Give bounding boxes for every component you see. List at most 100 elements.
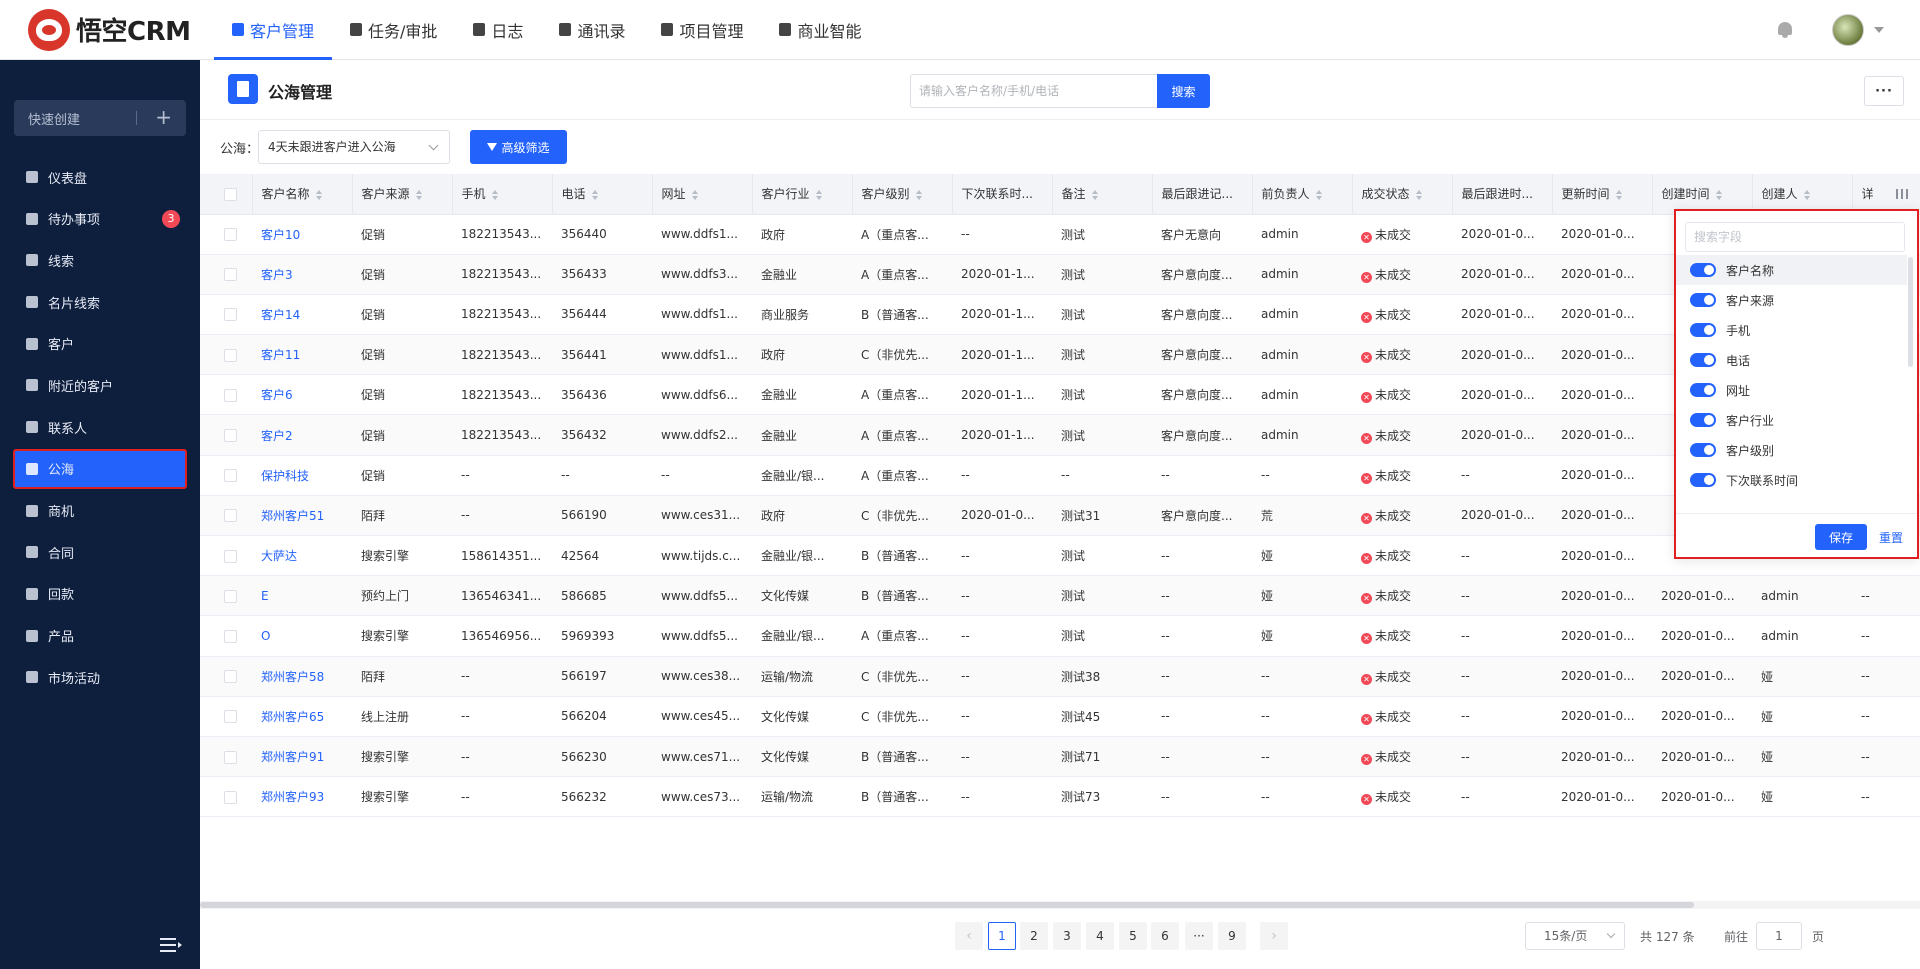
customer-name-link[interactable]: 郑州客户65 — [252, 696, 352, 737]
table-row[interactable]: 客户6 促销 182213543... 356436 www.ddfs6... 金融业 A（… — [200, 374, 1920, 416]
table-row[interactable]: O 搜索引擎 136546956... 5969393 www.ddfs5... 金融业/… — [200, 615, 1920, 657]
sidebar-item-1[interactable]: 待办事项 3 — [14, 200, 186, 238]
field-toggle-item[interactable]: 客户级别 — [1676, 435, 1907, 465]
sidebar-item-12[interactable]: 市场活动 — [14, 658, 186, 696]
column-header[interactable]: 客户行业 — [752, 174, 853, 215]
column-header[interactable]: 备注 — [1052, 174, 1153, 215]
table-row[interactable]: 郑州客户58 陌拜 -- 566197 www.ces38... 运输/物流 C（非优先..… — [200, 656, 1920, 697]
sidebar-item-5[interactable]: 附近的客户 — [14, 366, 186, 404]
sort-icon[interactable] — [915, 189, 922, 200]
page-button[interactable]: ··· — [1185, 922, 1213, 950]
sidebar-item-7[interactable]: 公海 — [13, 448, 187, 489]
row-checkbox[interactable] — [224, 348, 237, 362]
table-row[interactable]: 大萨达 搜索引擎 158614351... 42564 www.tijds.c... 金融… — [200, 535, 1920, 577]
table-row[interactable]: 客户14 促销 182213543... 356444 www.ddfs1... 商业服务… — [200, 294, 1920, 336]
sidebar-item-2[interactable]: 线索 — [14, 241, 186, 279]
column-settings-icon[interactable] — [1896, 189, 1908, 199]
sort-icon[interactable] — [691, 189, 698, 200]
field-toggle-item[interactable]: 客户行业 — [1676, 405, 1907, 435]
field-list-scrollbar[interactable] — [1908, 257, 1913, 367]
sort-icon[interactable] — [1615, 189, 1622, 200]
column-header[interactable]: 成交状态 — [1352, 174, 1453, 215]
sort-icon[interactable] — [491, 189, 498, 200]
table-row[interactable]: 郑州客户65 线上注册 -- 566204 www.ces45... 文化传媒 C（非优先.… — [200, 696, 1920, 737]
table-row[interactable]: 郑州客户91 搜索引擎 -- 566230 www.ces71... 文化传媒 B（普通客.… — [200, 736, 1920, 778]
nav-tab-1[interactable]: 任务/审批 — [332, 0, 455, 60]
nav-tab-0[interactable]: 客户管理 — [214, 0, 333, 60]
customer-name-link[interactable]: 客户14 — [252, 294, 352, 336]
column-header[interactable]: 最后跟进时... — [1452, 174, 1553, 215]
column-header[interactable]: 客户名称 — [252, 174, 353, 215]
chevron-left-icon[interactable]: ‹ — [955, 922, 983, 950]
column-header[interactable]: 前负责人 — [1252, 174, 1353, 215]
column-header[interactable]: 客户来源 — [352, 174, 453, 215]
customer-name-link[interactable]: O — [252, 615, 352, 657]
goto-page-input[interactable] — [1756, 922, 1802, 950]
horizontal-scrollbar[interactable] — [200, 901, 1920, 909]
field-toggle-item[interactable]: 下次联系时间 — [1676, 465, 1907, 495]
sidebar-item-6[interactable]: 联系人 — [14, 408, 186, 446]
customer-name-link[interactable]: 客户3 — [252, 254, 352, 295]
sort-icon[interactable] — [1091, 189, 1098, 200]
row-checkbox[interactable] — [224, 589, 237, 603]
sort-icon[interactable] — [591, 189, 598, 200]
table-row[interactable]: 保护科技 促销 -- -- -- 金融业/银... A（重点客... -- -- -- -- ✕ 未成交… — [200, 455, 1920, 496]
toggle-switch[interactable] — [1690, 323, 1716, 337]
select-all-checkbox[interactable] — [224, 187, 237, 201]
bell-icon[interactable] — [1776, 21, 1794, 39]
sort-icon[interactable] — [415, 189, 422, 200]
app-logo[interactable]: 悟空CRM — [0, 0, 200, 60]
pool-select[interactable]: 4天未跟进客户进入公海 — [258, 130, 450, 164]
more-options-button[interactable]: ··· — [1864, 76, 1904, 106]
nav-tab-3[interactable]: 通讯录 — [541, 0, 643, 60]
chevron-right-icon[interactable]: › — [1260, 922, 1288, 950]
page-button[interactable]: 3 — [1053, 922, 1081, 950]
table-row[interactable]: 郑州客户93 搜索引擎 -- 566232 www.ces73... 运输/物流 B（普通客… — [200, 776, 1920, 818]
row-checkbox[interactable] — [224, 429, 237, 443]
page-button[interactable]: 5 — [1119, 922, 1147, 950]
toggle-switch[interactable] — [1690, 353, 1716, 367]
row-checkbox[interactable] — [224, 670, 237, 684]
column-header[interactable]: 手机 — [452, 174, 553, 215]
toggle-switch[interactable] — [1690, 383, 1716, 397]
field-toggle-item[interactable]: 客户名称 — [1676, 255, 1907, 285]
column-header[interactable]: 客户级别 — [852, 174, 953, 215]
page-button[interactable]: 6 — [1151, 922, 1179, 950]
customer-name-link[interactable]: 郑州客户93 — [252, 776, 352, 818]
nav-tab-5[interactable]: 商业智能 — [761, 0, 879, 60]
row-checkbox[interactable] — [224, 388, 237, 402]
search-button[interactable]: 搜索 — [1157, 74, 1210, 108]
search-input[interactable] — [910, 74, 1158, 108]
customer-name-link[interactable]: 郑州客户91 — [252, 736, 352, 778]
plus-icon[interactable]: + — [155, 106, 172, 128]
sidebar-item-3[interactable]: 名片线索 — [14, 283, 186, 321]
column-header[interactable]: 创建时间 — [1652, 174, 1753, 215]
customer-name-link[interactable]: 客户2 — [252, 414, 352, 456]
column-header[interactable]: 电话 — [552, 174, 653, 215]
sort-icon[interactable] — [1415, 189, 1422, 200]
page-button[interactable]: 1 — [988, 922, 1016, 950]
sidebar-item-8[interactable]: 商机 — [14, 492, 186, 530]
page-button[interactable]: 9 — [1218, 922, 1246, 950]
sidebar-item-10[interactable]: 回款 — [14, 575, 186, 613]
save-button[interactable]: 保存 — [1815, 524, 1867, 550]
customer-name-link[interactable]: 客户6 — [252, 374, 352, 416]
row-checkbox[interactable] — [224, 268, 237, 282]
customer-name-link[interactable]: 大萨达 — [252, 535, 352, 577]
table-row[interactable]: 郑州客户51 陌拜 -- 566190 www.ces31... 政府 C（非优先... 20… — [200, 495, 1920, 537]
row-checkbox[interactable] — [224, 750, 237, 764]
toggle-switch[interactable] — [1690, 293, 1716, 307]
column-header[interactable]: 网址 — [652, 174, 753, 215]
sort-icon[interactable] — [1715, 189, 1722, 200]
table-row[interactable]: 客户11 促销 182213543... 356441 www.ddfs1... 政府 C（… — [200, 334, 1920, 376]
page-button[interactable]: 2 — [1020, 922, 1048, 950]
toggle-switch[interactable] — [1690, 473, 1716, 487]
row-checkbox[interactable] — [224, 549, 237, 563]
table-row[interactable]: 客户3 促销 182213543... 356433 www.ddfs3... 金融业 A（… — [200, 254, 1920, 295]
page-size-select[interactable]: 15条/页 — [1525, 922, 1625, 950]
sort-icon[interactable] — [1803, 189, 1810, 200]
column-header[interactable]: 下次联系时... — [952, 174, 1053, 215]
field-search-input[interactable] — [1685, 222, 1905, 252]
quick-create-button[interactable]: 快速创建 + — [14, 100, 186, 136]
row-checkbox[interactable] — [224, 790, 237, 804]
